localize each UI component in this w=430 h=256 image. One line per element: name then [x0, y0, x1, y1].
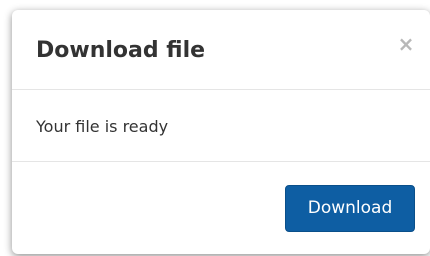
close-icon[interactable]: ×: [396, 32, 416, 56]
download-button[interactable]: Download: [285, 185, 415, 232]
dialog-message: Your file is ready: [36, 117, 169, 136]
dialog-title: Download file: [36, 38, 206, 63]
dialog-footer: Download: [12, 162, 430, 254]
download-dialog: Download file × Your file is ready Downl…: [12, 10, 430, 254]
dialog-body: Your file is ready: [12, 90, 430, 162]
dialog-header: Download file ×: [12, 10, 430, 90]
